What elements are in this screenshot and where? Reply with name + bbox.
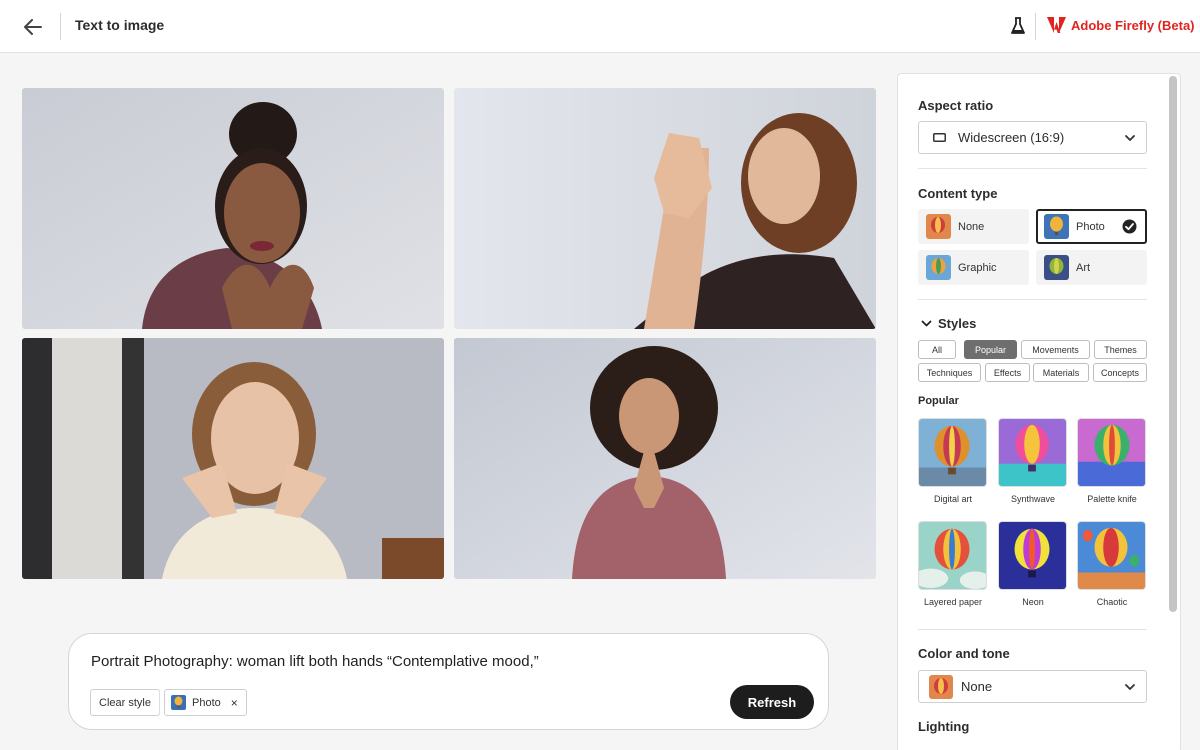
style-chip-techniques[interactable]: Techniques	[918, 363, 981, 382]
content-type-photo-label: Photo	[1076, 220, 1105, 233]
synthwave-label: Synthwave	[1010, 494, 1056, 504]
header-divider	[60, 13, 61, 40]
panel-scrollbar[interactable]	[1169, 76, 1177, 612]
content-type-graphic[interactable]: Graphic	[918, 250, 1029, 285]
style-chip-popular[interactable]: Popular	[964, 340, 1017, 359]
style-card-layered-paper[interactable]: Layered paper	[918, 521, 988, 607]
aspect-ratio-dropdown[interactable]: Widescreen (16:9)	[918, 121, 1147, 154]
style-chip-themes[interactable]: Themes	[1094, 340, 1147, 359]
color-tone-value: None	[961, 679, 993, 694]
content-type-graphic-label: Graphic	[958, 261, 997, 274]
balloon-photo-icon	[1044, 214, 1069, 239]
style-chip-materials[interactable]: Materials	[1033, 363, 1089, 382]
section-divider	[918, 299, 1147, 300]
style-card-palette-knife[interactable]: Palette knife	[1077, 418, 1147, 504]
arrow-left-icon	[24, 19, 42, 35]
adobe-logo-icon	[1047, 17, 1066, 33]
digital-art-label: Digital art	[933, 494, 972, 504]
photo-style-tag: Photo ×	[164, 689, 247, 716]
close-icon[interactable]: ×	[231, 696, 238, 710]
page-title: Text to image	[75, 17, 165, 33]
balloon-art-icon	[1044, 255, 1069, 280]
generated-image-4[interactable]	[454, 338, 876, 579]
flask-icon	[1011, 17, 1025, 34]
style-card-synthwave[interactable]: Synthwave	[998, 418, 1068, 504]
settings-panel: Aspect ratio Widescreen (16:9) Content t…	[897, 73, 1181, 750]
lighting-label: Lighting	[918, 719, 970, 734]
style-chip-concepts[interactable]: Concepts	[1093, 363, 1147, 382]
chevron-down-icon	[1125, 684, 1135, 690]
chevron-down-icon	[921, 320, 932, 327]
digital-art-thumbnail	[918, 418, 987, 487]
aspect-ratio-value: Widescreen (16:9)	[958, 130, 1065, 145]
generated-image-1[interactable]	[22, 88, 444, 329]
brand-name: Adobe Firefly (Beta)	[1071, 17, 1195, 33]
aspect-ratio-label: Aspect ratio	[918, 98, 994, 113]
synthwave-thumbnail	[998, 418, 1067, 487]
styles-toggle[interactable]: Styles	[921, 316, 976, 331]
section-divider	[918, 629, 1147, 630]
generated-image-3[interactable]	[22, 338, 444, 579]
back-button[interactable]	[20, 14, 46, 40]
neon-thumbnail	[998, 521, 1067, 590]
content-type-none[interactable]: None	[918, 209, 1029, 244]
styles-label: Styles	[938, 316, 977, 331]
content-type-photo[interactable]: Photo	[1036, 209, 1147, 244]
prompt-box: Portrait Photography: woman lift both ha…	[68, 633, 829, 730]
tag-divider	[159, 691, 160, 714]
popular-section-label: Popular	[918, 395, 959, 407]
color-tone-label: Color and tone	[918, 646, 1010, 661]
chevron-down-icon	[1125, 135, 1135, 141]
header-divider	[1035, 13, 1036, 40]
style-chip-movements[interactable]: Movements	[1021, 340, 1090, 359]
palette-knife-label: Palette knife	[1087, 494, 1137, 504]
section-divider	[918, 168, 1147, 169]
balloon-graphic-icon	[926, 255, 951, 280]
photo-tag-label: Photo	[192, 696, 221, 709]
chaotic-thumbnail	[1077, 521, 1146, 590]
neon-label: Neon	[1022, 597, 1044, 607]
clear-style-button[interactable]: Clear style	[90, 689, 160, 716]
balloon-none-icon	[926, 214, 951, 239]
generated-image-2[interactable]	[454, 88, 876, 329]
style-card-chaotic[interactable]: Chaotic	[1077, 521, 1147, 607]
style-chip-effects[interactable]: Effects	[985, 363, 1030, 382]
labs-button[interactable]	[1008, 15, 1028, 37]
balloon-none-icon	[929, 674, 953, 699]
content-type-label: Content type	[918, 186, 998, 201]
content-type-art[interactable]: Art	[1036, 250, 1147, 285]
app-header: Text to image Adobe Firefly (Beta)	[0, 0, 1200, 53]
widescreen-icon	[933, 133, 946, 142]
layered-paper-label: Layered paper	[923, 597, 983, 607]
prompt-input[interactable]: Portrait Photography: woman lift both ha…	[91, 653, 539, 670]
chaotic-label: Chaotic	[1096, 597, 1128, 607]
color-tone-dropdown[interactable]: None	[918, 670, 1147, 703]
checkmark-icon	[1122, 219, 1137, 234]
brand[interactable]: Adobe Firefly (Beta)	[1047, 17, 1195, 33]
style-card-neon[interactable]: Neon	[998, 521, 1068, 607]
layered-paper-thumbnail	[918, 521, 987, 590]
palette-knife-thumbnail	[1077, 418, 1146, 487]
photo-balloon-icon	[171, 695, 186, 710]
style-chip-all[interactable]: All	[918, 340, 956, 359]
content-type-none-label: None	[958, 220, 985, 233]
style-card-digital-art[interactable]: Digital art	[918, 418, 988, 504]
refresh-button[interactable]: Refresh	[730, 685, 814, 719]
content-type-art-label: Art	[1076, 261, 1091, 274]
